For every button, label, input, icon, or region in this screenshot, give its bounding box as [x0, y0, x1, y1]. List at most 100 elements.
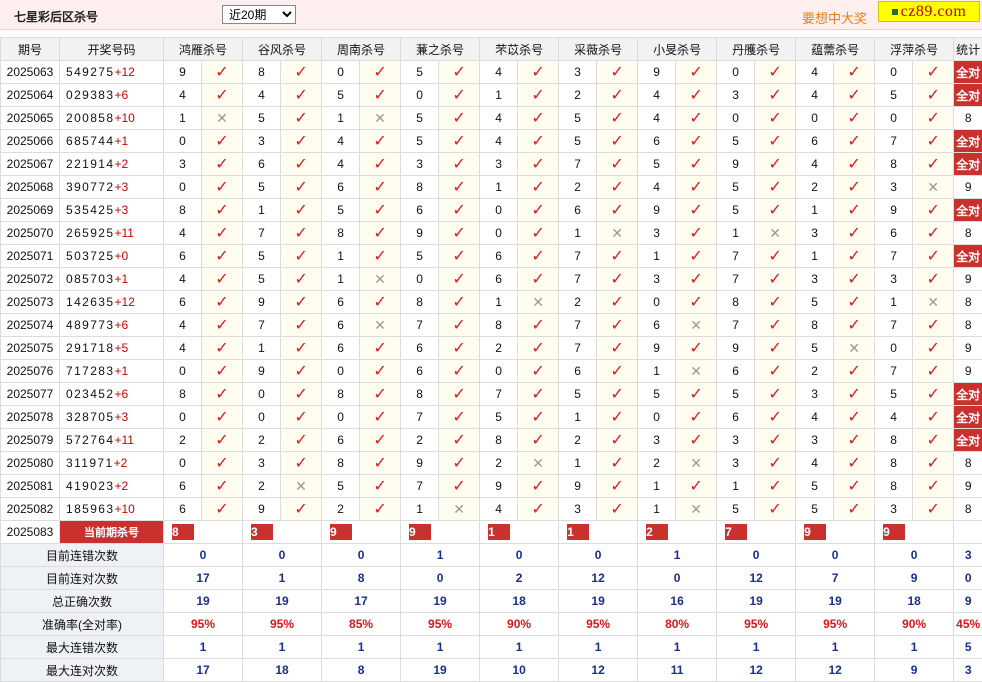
stat-total: 9	[954, 590, 982, 613]
result-cell: ✓	[518, 337, 559, 360]
check-icon: ✓	[294, 501, 307, 518]
result-cell: ✓	[518, 360, 559, 383]
kill-number: 0	[164, 360, 202, 383]
check-icon: ✓	[847, 478, 860, 495]
col-expert[interactable]: 小旻杀号	[638, 38, 717, 61]
draw-numbers: 185963	[66, 502, 114, 516]
check-icon: ✓	[689, 202, 702, 219]
result-cell: ✓	[518, 314, 559, 337]
issue-cell: 2025083	[1, 521, 60, 544]
kill-number: 6	[559, 199, 597, 222]
kill-number: 3	[559, 61, 597, 84]
site-logo[interactable]: cz89.com	[878, 1, 980, 22]
result-cell: ✓	[913, 337, 954, 360]
result-cell: ✓	[755, 429, 796, 452]
result-cell: ✓	[281, 383, 322, 406]
check-icon: ✓	[610, 179, 623, 196]
kill-number: 8	[401, 291, 439, 314]
check-icon: ✓	[215, 64, 228, 81]
stat-value: 9	[875, 659, 954, 682]
kill-number: 3	[875, 176, 913, 199]
col-expert[interactable]: 采薇杀号	[559, 38, 638, 61]
kill-number: 5	[480, 406, 518, 429]
stat-value: 95%	[717, 613, 796, 636]
check-icon: ✓	[610, 386, 623, 403]
result-cell: ✓	[755, 199, 796, 222]
check-icon: ✓	[215, 202, 228, 219]
result-cell: ✓	[360, 475, 401, 498]
kill-number: 4	[164, 337, 202, 360]
check-icon: ✓	[531, 340, 544, 357]
result-cell: ✓	[202, 429, 243, 452]
col-expert[interactable]: 蕴薷杀号	[796, 38, 875, 61]
draw-numbers: 390772	[66, 180, 114, 194]
check-icon: ✓	[215, 432, 228, 449]
result-cell: ✓	[755, 176, 796, 199]
stat-label: 准确率(全对率)	[1, 613, 164, 636]
check-icon: ✓	[847, 317, 860, 334]
stat-value: 95%	[401, 613, 480, 636]
result-cell: ✓	[755, 475, 796, 498]
check-icon: ✓	[452, 478, 465, 495]
kill-number: 6	[480, 245, 518, 268]
total-cell: 9	[954, 337, 982, 360]
col-expert[interactable]: 周南杀号	[322, 38, 401, 61]
result-cell: ✓	[439, 429, 480, 452]
kill-number: 8	[243, 61, 281, 84]
draw-plus: +10	[114, 502, 134, 516]
stat-value: 16	[638, 590, 717, 613]
col-expert[interactable]: 芣苡杀号	[480, 38, 559, 61]
cross-icon: ✕	[927, 294, 939, 310]
check-icon: ✓	[452, 386, 465, 403]
kill-number: 5	[796, 337, 834, 360]
stat-value: 1	[401, 544, 480, 567]
kill-number: 4	[322, 130, 360, 153]
result-cell: ✓	[281, 452, 322, 475]
check-icon: ✓	[215, 478, 228, 495]
kill-number-table: 期号 开奖号码 鸿雁杀号 谷风杀号 周南杀号 蒹之杀号 芣苡杀号 采薇杀号 小旻…	[0, 37, 982, 682]
kill-number: 2	[322, 498, 360, 521]
result-cell: ✓	[913, 268, 954, 291]
col-expert[interactable]: 浮萍杀号	[875, 38, 954, 61]
issue-cell: 2025082	[1, 498, 60, 521]
kill-number: 4	[164, 84, 202, 107]
check-icon: ✓	[452, 179, 465, 196]
draw-cell: 535425+3	[60, 199, 164, 222]
result-cell: ✓	[597, 429, 638, 452]
kill-number: 3	[796, 383, 834, 406]
check-icon: ✓	[531, 478, 544, 495]
draw-numbers: 023452	[66, 387, 114, 401]
result-cell: ✓	[597, 130, 638, 153]
kill-number: 3	[638, 268, 676, 291]
stat-value: 19	[796, 590, 875, 613]
kill-number: 6	[164, 475, 202, 498]
kill-number: 2	[243, 429, 281, 452]
stat-value: 0	[164, 544, 243, 567]
draw-cell: 549275+12	[60, 61, 164, 84]
kill-number: 7	[559, 268, 597, 291]
col-expert[interactable]: 丹雘杀号	[717, 38, 796, 61]
stat-value: 18	[480, 590, 559, 613]
kill-number: 5	[559, 383, 597, 406]
kill-number: 7	[559, 337, 597, 360]
stat-value: 90%	[875, 613, 954, 636]
check-icon: ✓	[689, 432, 702, 449]
result-cell: ✓	[834, 498, 875, 521]
result-cell: ✓	[597, 406, 638, 429]
col-expert[interactable]: 鸿雁杀号	[164, 38, 243, 61]
stat-value: 12	[796, 659, 875, 682]
period-select[interactable]: 近20期	[222, 5, 296, 24]
check-icon: ✓	[847, 386, 860, 403]
current-kill-number: 1	[567, 524, 589, 540]
promo-text[interactable]: 要想中大奖	[802, 8, 867, 27]
stat-total: 5	[954, 636, 982, 659]
kill-number: 0	[322, 61, 360, 84]
result-cell: ✓	[202, 314, 243, 337]
col-expert[interactable]: 蒹之杀号	[401, 38, 480, 61]
col-expert[interactable]: 谷风杀号	[243, 38, 322, 61]
current-label: 当前期杀号	[60, 521, 164, 544]
kill-number: 6	[480, 268, 518, 291]
kill-number: 0	[717, 61, 755, 84]
result-cell: ✕	[913, 291, 954, 314]
stat-value: 2	[480, 567, 559, 590]
